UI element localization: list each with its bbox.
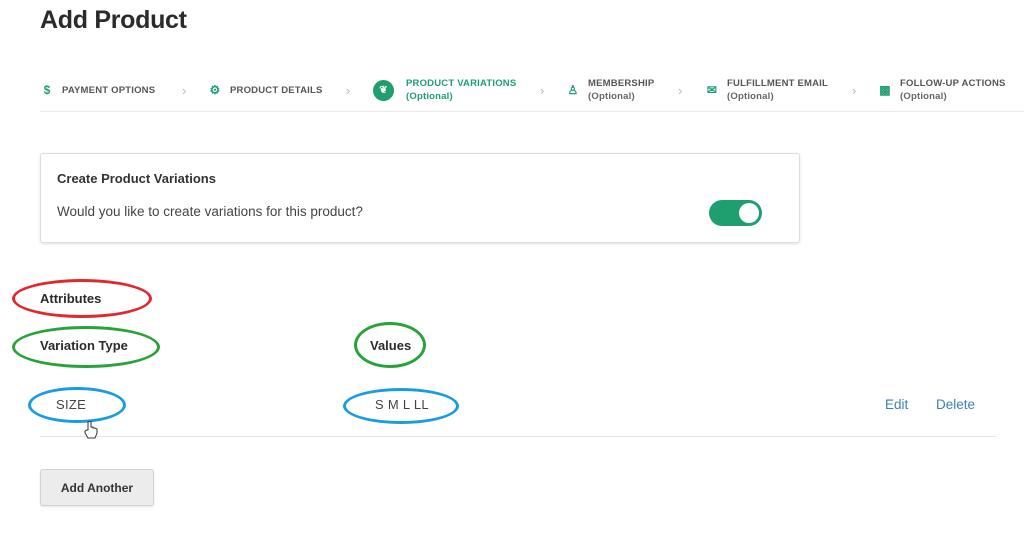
page-title: Add Product [40,6,187,34]
step-label: MEMBERSHIP [588,78,655,89]
variations-icon: ❦ [373,79,394,101]
card-title: Create Product Variations [57,171,216,186]
chevron-right-icon: › [678,83,683,98]
edit-link[interactable]: Edit [885,397,908,412]
step-label: FULFILLMENT EMAIL [727,78,829,89]
envelope-icon: ✉ [706,83,718,97]
add-another-button[interactable]: Add Another [40,469,154,506]
step-label: FOLLOW-UP ACTIONS [900,78,1006,89]
users-icon: ♙ [567,83,579,97]
step-fulfillment-email[interactable]: ✉ FULFILLMENT EMAIL (Optional) [705,70,828,110]
variations-card: Create Product Variations Would you like… [40,153,800,243]
annotation-blue-oval [343,388,459,424]
step-sub: (Optional) [900,91,947,102]
chevron-right-icon: › [346,83,351,98]
variations-toggle[interactable] [709,200,762,226]
step-label: PAYMENT OPTIONS [62,84,156,96]
step-label: PRODUCT DETAILS [230,84,323,96]
card-question: Would you like to create variations for … [57,204,363,219]
step-product-variations[interactable]: ❦ PRODUCT VARIATIONS (Optional) [373,70,516,110]
step-sub: (Optional) [406,91,453,102]
hand-cursor-icon [84,420,98,444]
step-sub: (Optional) [727,91,774,102]
step-label: PRODUCT VARIATIONS [406,78,517,89]
row-divider [40,436,996,437]
delete-link[interactable]: Delete [936,397,975,412]
step-sub: (Optional) [588,91,635,102]
chevron-right-icon: › [852,83,857,98]
wizard-stepper: $ PAYMENT OPTIONS › ⚙ PRODUCT DETAILS › … [40,70,1024,112]
gears-icon: ⚙ [209,83,221,97]
annotation-blue-oval [28,387,126,423]
chevron-right-icon: › [182,83,187,98]
step-product-details[interactable]: ⚙ PRODUCT DETAILS [208,70,323,110]
toggle-knob [739,203,759,223]
step-membership[interactable]: ♙ MEMBERSHIP (Optional) [566,70,655,110]
chevron-right-icon: › [540,83,545,98]
dollar-icon: $ [43,83,51,97]
step-payment-options[interactable]: $ PAYMENT OPTIONS [40,70,156,110]
annotation-red-oval [12,279,152,318]
step-follow-up-actions[interactable]: ▩ FOLLOW-UP ACTIONS (Optional) [878,70,1006,110]
puzzle-icon: ▩ [879,83,891,97]
annotation-green-oval [354,322,426,368]
annotation-green-oval [12,326,160,368]
